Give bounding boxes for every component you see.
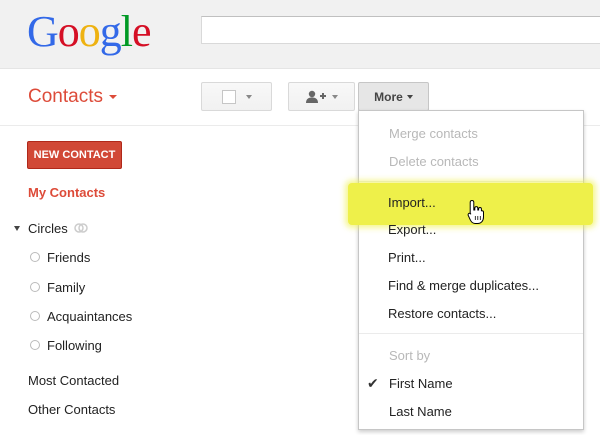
- more-label: More: [374, 89, 403, 104]
- menu-divider: [359, 333, 583, 334]
- sidebar-item-my-contacts[interactable]: My Contacts: [28, 185, 105, 200]
- circle-icon: [30, 311, 40, 321]
- menu-item-merge-contacts: Merge contacts: [389, 126, 478, 141]
- add-to-circles-button[interactable]: [288, 82, 355, 111]
- logo-letter: e: [132, 7, 152, 56]
- menu-item-delete-contacts: Delete contacts: [389, 154, 479, 169]
- more-button[interactable]: More: [358, 82, 429, 111]
- logo-letter: g: [99, 7, 122, 56]
- menu-item-first-name[interactable]: First Name: [389, 376, 453, 391]
- sidebar-item-acquaintances[interactable]: Acquaintances: [47, 309, 132, 324]
- chevron-down-icon: [245, 94, 252, 99]
- menu-item-restore-contacts[interactable]: Restore contacts...: [388, 306, 496, 321]
- select-button[interactable]: [201, 82, 272, 111]
- sidebar-item-family[interactable]: Family: [47, 280, 85, 295]
- circle-icon: [30, 340, 40, 350]
- circle-icon: [30, 282, 40, 292]
- sidebar-item-circles[interactable]: Circles: [28, 221, 68, 236]
- chevron-down-icon: [108, 94, 117, 99]
- logo-letter: o: [78, 7, 101, 56]
- menu-divider: [359, 181, 583, 182]
- app-switcher[interactable]: Contacts: [28, 86, 117, 108]
- add-person-icon: [305, 90, 326, 103]
- menu-sort-by-heading: Sort by: [389, 348, 431, 363]
- circle-icon: [30, 252, 40, 262]
- menu-item-export[interactable]: Export...: [388, 222, 436, 237]
- logo-letter: l: [120, 7, 133, 56]
- chevron-down-icon: [331, 94, 338, 99]
- check-icon: ✔: [367, 375, 379, 391]
- checkbox-icon: [221, 89, 236, 104]
- menu-item-find-merge-duplicates[interactable]: Find & merge duplicates...: [388, 278, 539, 293]
- expand-caret-icon[interactable]: [14, 226, 20, 231]
- menu-item-import[interactable]: Import...: [388, 195, 436, 210]
- new-contact-button[interactable]: NEW CONTACT: [27, 141, 122, 169]
- logo-letter: G: [27, 7, 59, 56]
- sidebar-item-following[interactable]: Following: [47, 338, 102, 353]
- menu-item-print[interactable]: Print...: [388, 250, 426, 265]
- menu-item-last-name[interactable]: Last Name: [389, 404, 452, 419]
- chevron-down-icon: [406, 94, 413, 99]
- sidebar-item-most-contacted[interactable]: Most Contacted: [28, 373, 119, 388]
- search-input[interactable]: [201, 16, 600, 44]
- circles-icon: [74, 223, 88, 233]
- sidebar-item-other-contacts[interactable]: Other Contacts: [28, 402, 115, 417]
- more-dropdown-menu: Merge contacts Delete contacts Sort by ✔…: [358, 110, 584, 430]
- logo-letter: o: [57, 7, 80, 56]
- google-logo[interactable]: Google: [27, 6, 152, 58]
- hand-cursor-icon: [467, 199, 484, 224]
- top-bar: Google: [0, 0, 600, 69]
- app-title: Contacts: [28, 86, 103, 107]
- sidebar-item-friends[interactable]: Friends: [47, 250, 90, 265]
